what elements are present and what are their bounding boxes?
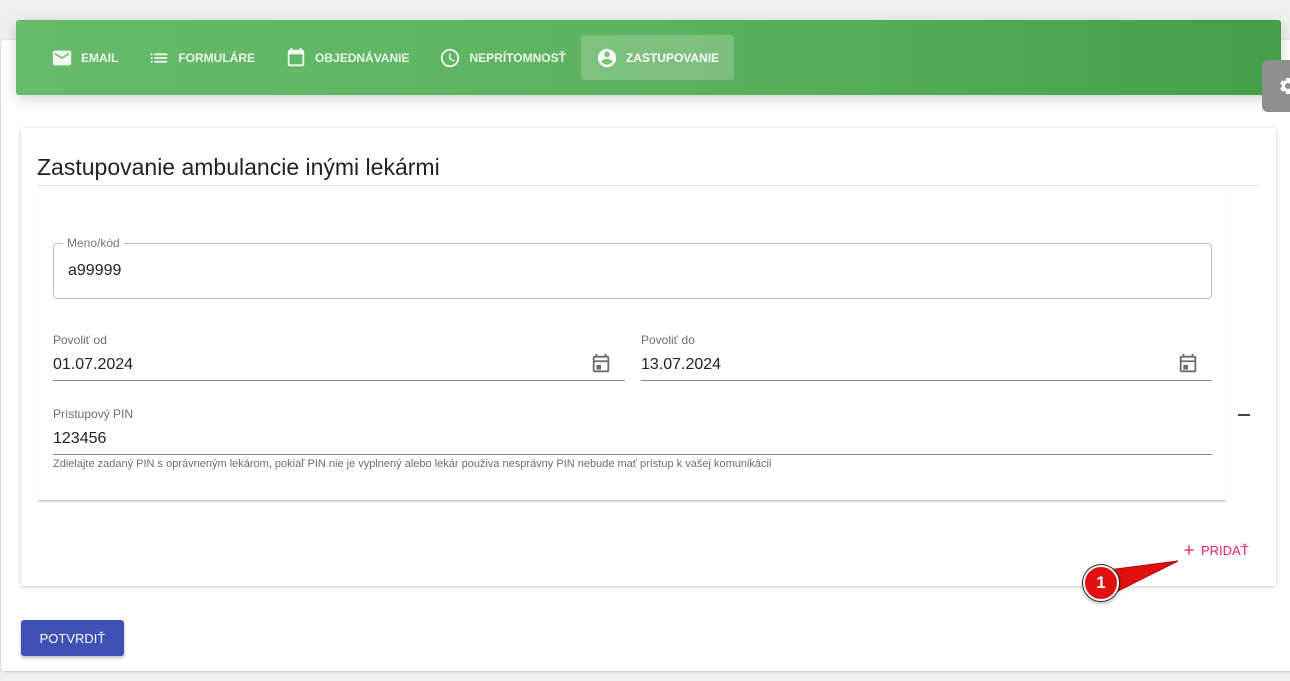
pin-label: Prístupový PIN <box>53 407 134 421</box>
calendar-icon[interactable] <box>590 353 612 375</box>
settings-side-tab[interactable] <box>1262 60 1290 112</box>
remove-entry-icon[interactable] <box>1238 414 1250 416</box>
date-from-underline <box>53 380 625 381</box>
tab-objednavanie-label: OBJEDNÁVANIE <box>315 50 410 65</box>
substitution-card: Zastupovanie ambulancie inými lekármi Me… <box>21 128 1276 586</box>
tab-objednavanie[interactable]: OBJEDNÁVANIE <box>270 35 424 80</box>
calendar-icon <box>287 47 305 66</box>
pin-input[interactable]: 123456 <box>53 430 106 448</box>
name-code-label: Meno/kód <box>63 236 124 250</box>
account-circle-icon <box>597 48 617 67</box>
pin-underline <box>53 454 1212 455</box>
page-title: Zastupovanie ambulancie inými lekármi <box>37 154 1260 186</box>
plus-icon <box>1184 545 1194 555</box>
date-from-label: Povoliť od <box>53 333 107 347</box>
confirm-button[interactable]: POTVRDIŤ <box>21 620 124 656</box>
calendar-icon[interactable] <box>1177 353 1199 375</box>
add-button-label: PRIDAŤ <box>1201 542 1249 558</box>
date-to-input[interactable]: 13.07.2024 <box>641 356 721 374</box>
mail-icon <box>52 50 72 65</box>
name-code-field[interactable]: Meno/kód a99999 <box>53 236 1212 299</box>
tab-zastupovanie[interactable]: ZASTUPOVANIE <box>580 35 735 80</box>
tab-nepritomnost-label: NEPRÍTOMNOSŤ <box>469 50 566 65</box>
tab-zastupovanie-label: ZASTUPOVANIE <box>625 50 720 65</box>
name-code-value[interactable]: a99999 <box>68 262 121 280</box>
tab-formulare-label: FORMULÁRE <box>178 50 256 65</box>
tab-email-label: EMAIL <box>81 50 119 65</box>
clock-icon <box>441 48 460 67</box>
add-button[interactable]: PRIDAŤ <box>1181 542 1249 558</box>
tab-email[interactable]: EMAIL <box>36 35 133 80</box>
date-to-label: Povoliť do <box>641 333 695 347</box>
pin-helper-text: Zdielajte zadaný PIN s oprávneným lekáro… <box>53 458 772 470</box>
substitution-entry: Meno/kód a99999 Povoliť od 01.07.2024 Po… <box>37 188 1250 501</box>
list-icon <box>151 52 168 63</box>
date-to-underline <box>641 380 1212 381</box>
gear-icon <box>1280 77 1290 94</box>
top-navbar: EMAIL FORMULÁRE OBJEDNÁVANIE NEPRÍTOMNOS… <box>16 20 1281 95</box>
date-from-input[interactable]: 01.07.2024 <box>53 356 133 374</box>
tab-nepritomnost[interactable]: NEPRÍTOMNOSŤ <box>424 35 580 80</box>
step-number-badge: 1 <box>1083 565 1119 601</box>
tab-formulare[interactable]: FORMULÁRE <box>133 35 270 80</box>
